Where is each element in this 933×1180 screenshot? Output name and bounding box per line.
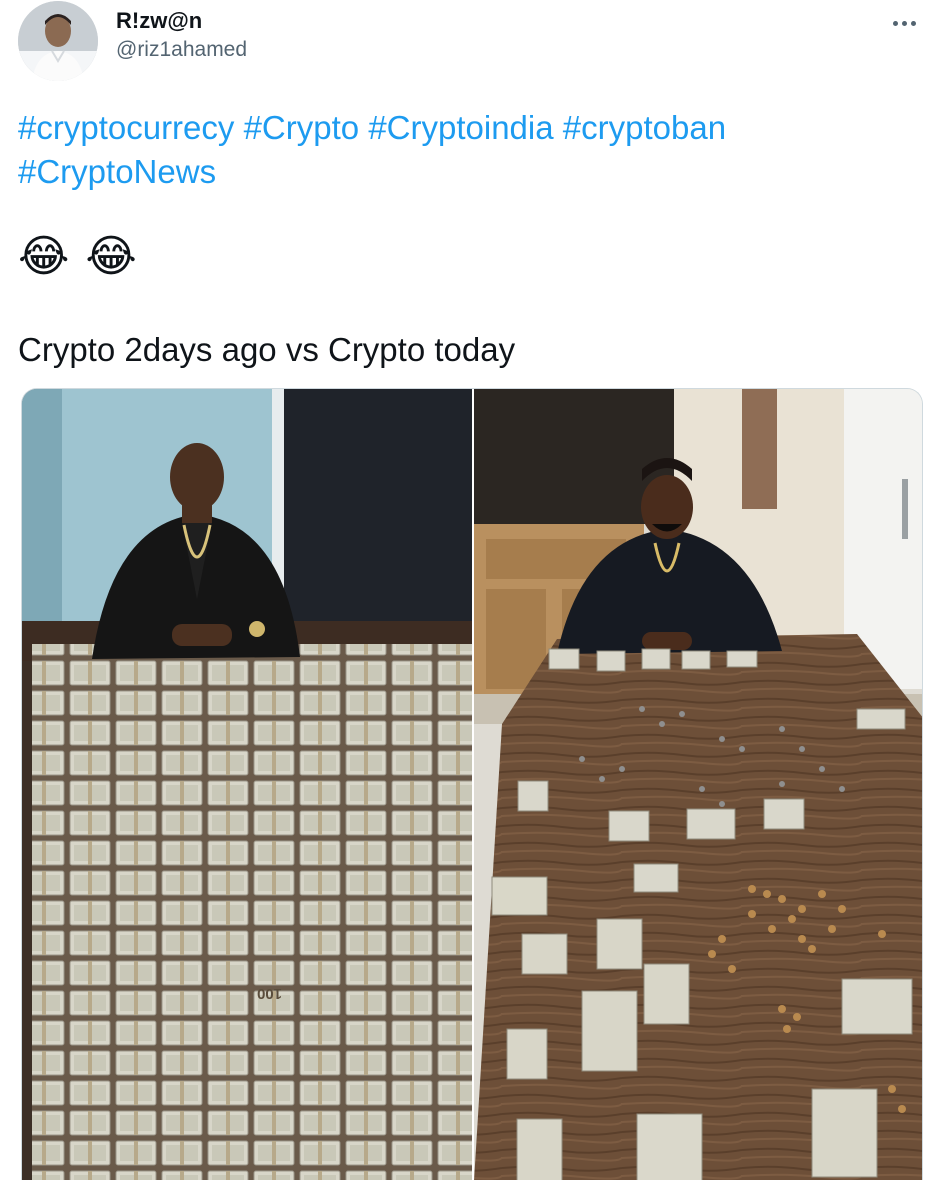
tweet-media[interactable]: 100	[21, 388, 923, 1180]
emoji-row: 😂 😂	[18, 232, 137, 282]
user-handle[interactable]: @riz1ahamed	[116, 36, 247, 64]
hashtag-link[interactable]: #CryptoNews	[18, 153, 216, 190]
tears-of-joy-emoji: 😂	[18, 232, 70, 281]
hashtag-link[interactable]: #Crypto	[244, 109, 360, 146]
left-photo: 100	[22, 389, 472, 1180]
hashtag-link[interactable]: #cryptocurrecy	[18, 109, 234, 146]
author-info: R!zw@n @riz1ahamed	[116, 8, 247, 64]
bill-label: 100	[257, 985, 282, 1002]
more-horizontal-icon[interactable]	[887, 6, 921, 40]
right-photo	[474, 389, 922, 1180]
tweet-text: #cryptocurrecy #Crypto #Cryptoindia #cry…	[18, 106, 918, 194]
tweet-caption: Crypto 2days ago vs Crypto today	[18, 331, 516, 368]
avatar[interactable]	[18, 1, 98, 81]
hashtag-link[interactable]: #Cryptoindia	[368, 109, 553, 146]
hashtag-link[interactable]: #cryptoban	[563, 109, 726, 146]
tears-of-joy-emoji: 😂	[85, 232, 137, 281]
display-name[interactable]: R!zw@n	[116, 8, 247, 34]
